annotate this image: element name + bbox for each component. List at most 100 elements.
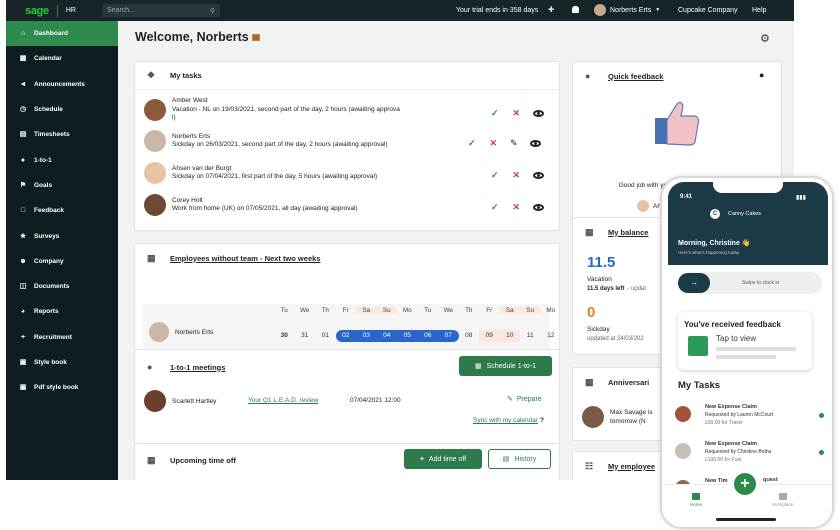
card-title-link[interactable]: 1-to-1 meetings xyxy=(170,363,225,372)
card-title-link[interactable]: Quick feedback xyxy=(608,72,663,81)
weekday-row: Tu We Th Fr Sa Su Mo Tu We Th Fr Sa Su M… xyxy=(274,307,561,314)
date-cell: 09 xyxy=(479,330,500,342)
card-title-link[interactable]: Employees without team - Next two weeks xyxy=(170,254,320,263)
search-input[interactable]: Search... ⚲ xyxy=(102,4,220,17)
clock-in-slider[interactable]: → Swipe to clock in xyxy=(678,272,822,294)
nav-workplace[interactable]: Workplace xyxy=(772,493,793,507)
reject-icon[interactable]: ✕ xyxy=(513,202,521,213)
task-requester: Requested by Lauren McCourt xyxy=(705,412,774,418)
approve-icon[interactable]: ✓ xyxy=(491,108,499,119)
top-bar: sage HR Search... ⚲ Your trial ends in 3… xyxy=(6,0,794,21)
sidebar-item-documents[interactable]: ◫ Documents xyxy=(6,274,118,299)
task-desc-cont: l) xyxy=(172,114,176,122)
date-cell: 11 xyxy=(526,332,534,339)
home-icon: ⌂ xyxy=(20,30,26,38)
sidebar-item-pdf-style-book[interactable]: ▣ Pdf style book xyxy=(6,375,118,400)
card-header: ● Quick feedback xyxy=(573,62,781,90)
thumbs-up-icon xyxy=(655,101,700,146)
pdf-icon: ▣ xyxy=(19,384,27,392)
nav-home[interactable]: Home xyxy=(690,493,702,507)
gear-icon[interactable]: ⚙ xyxy=(760,32,770,45)
date-cell: 01 xyxy=(321,332,329,339)
phone-task-item[interactable]: New Expense Claim Requested by Christine … xyxy=(675,440,825,472)
weekday: Tu xyxy=(424,307,432,314)
task-requester: Requested by Christine Botha xyxy=(705,449,772,455)
prepare-label: Prepare xyxy=(516,395,542,403)
phone-task-item[interactable]: New Expense Claim Requested by Lauren McC… xyxy=(675,403,825,435)
date-cell: 08 xyxy=(465,332,473,339)
help-link[interactable]: Help xyxy=(752,7,766,14)
chat-bubble-icon[interactable]: ● xyxy=(759,70,764,80)
reject-icon[interactable]: ✕ xyxy=(513,170,521,181)
phone-header: 9:41 ▮▮▮ C Canny Cakes Morning, Christine… xyxy=(668,182,828,265)
date-cell: 12 xyxy=(547,332,555,339)
user-name: Norberts Erts xyxy=(610,6,652,14)
sidebar-item-reports[interactable]: ◕ Reports xyxy=(6,299,118,324)
bell-icon[interactable] xyxy=(572,6,579,13)
weekday: Sa xyxy=(356,307,377,314)
approve-icon[interactable]: ✓ xyxy=(468,138,476,149)
sidebar-item-label: Documents xyxy=(34,283,70,291)
view-icon[interactable] xyxy=(533,172,545,179)
edit-icon[interactable]: ✎ xyxy=(510,138,518,149)
sidebar-item-label: Announcements xyxy=(34,80,85,88)
calendar-icon: ▦ xyxy=(474,363,482,370)
view-icon[interactable] xyxy=(533,110,545,117)
add-time-off-button[interactable]: + Add time off xyxy=(404,449,482,469)
sidebar-item-style-book[interactable]: ▣ Style book xyxy=(6,350,118,375)
sidebar-item-label: Calendar xyxy=(34,55,62,63)
avatar xyxy=(144,130,166,152)
cupcake-icon xyxy=(252,34,261,41)
user-menu[interactable]: Norberts Erts ▼ xyxy=(594,4,660,16)
sidebar-item-timesheets[interactable]: ▤ Timesheets xyxy=(6,122,118,147)
sidebar-item-calendar[interactable]: ▦ Calendar xyxy=(6,46,118,71)
avatar xyxy=(637,200,649,212)
timesheet-icon: ▤ xyxy=(19,131,27,139)
sidebar-item-label: 1-to-1 xyxy=(34,156,52,164)
reject-icon[interactable]: ✕ xyxy=(490,138,498,149)
arrow-right-icon[interactable]: → xyxy=(678,273,710,293)
reject-icon[interactable]: ✕ xyxy=(513,108,521,119)
sidebar-item-recruitment[interactable]: + Recruitment xyxy=(6,325,118,350)
history-button[interactable]: ▤ History xyxy=(488,449,551,469)
button-label: Add time off xyxy=(428,455,467,463)
card-title-link[interactable]: My balance xyxy=(608,228,648,237)
tap-to-view[interactable]: Tap to view xyxy=(716,334,756,343)
vacation-balance: 11.5 xyxy=(587,254,616,271)
company-link[interactable]: Cupcake Company xyxy=(678,7,738,14)
approve-icon[interactable]: ✓ xyxy=(491,202,499,213)
sidebar-item-surveys[interactable]: ★ Surveys xyxy=(6,223,118,248)
feedback-notification[interactable]: You've received feedback Tap to view xyxy=(678,312,812,370)
feedback-title: You've received feedback xyxy=(684,320,781,329)
schedule-1-to-1-button[interactable]: ▦ Schedule 1-to-1 xyxy=(459,356,552,376)
prepare-link[interactable]: ✎ Prepare xyxy=(507,395,542,404)
sidebar-item-schedule[interactable]: ◷ Schedule xyxy=(6,97,118,122)
approve-icon[interactable]: ✓ xyxy=(491,170,499,181)
meeting-link[interactable]: Your Q1 L.E.A.D. review xyxy=(248,397,318,404)
plus-icon[interactable]: + xyxy=(548,4,554,16)
task-title: New Expense Claim xyxy=(705,404,757,410)
card-title-link[interactable]: My employee xyxy=(608,462,655,471)
divider xyxy=(56,4,58,17)
task-item: Corey Holt Work from home (UK) on 07/05/2… xyxy=(144,192,358,218)
date-cell: 02 xyxy=(335,330,356,342)
sickday-updated: updated at 24/03/202 xyxy=(587,336,644,342)
sage-logo[interactable]: sage xyxy=(25,5,49,17)
sidebar-item-announcements[interactable]: ◄ Announcements xyxy=(6,72,118,97)
add-fab-button[interactable]: + xyxy=(734,473,756,495)
date-cell: 03 xyxy=(356,330,377,342)
sidebar-item-dashboard[interactable]: ⌂ Dashboard xyxy=(6,21,118,47)
view-icon[interactable] xyxy=(533,204,545,211)
battery-icon: ▮▮▮ xyxy=(796,195,806,201)
plus-icon: + xyxy=(419,455,424,463)
sidebar-item-label: Reports xyxy=(34,308,59,316)
sync-calendar-link[interactable]: Sync with my calendar? xyxy=(473,417,544,424)
view-icon[interactable] xyxy=(529,140,541,147)
avatar xyxy=(675,406,691,422)
sidebar-item-company[interactable]: ☻ Company xyxy=(6,249,118,274)
sidebar-item-feedback[interactable]: □ Feedback xyxy=(6,198,118,223)
sidebar-item-1-to-1[interactable]: ● 1-to-1 xyxy=(6,147,118,172)
sidebar-item-goals[interactable]: ⚑ Goals xyxy=(6,173,118,198)
task-amount: £100.00 for Fuel xyxy=(705,457,742,463)
task-item: Amber West Vacation - NL on 19/03/2021, s… xyxy=(144,97,400,123)
